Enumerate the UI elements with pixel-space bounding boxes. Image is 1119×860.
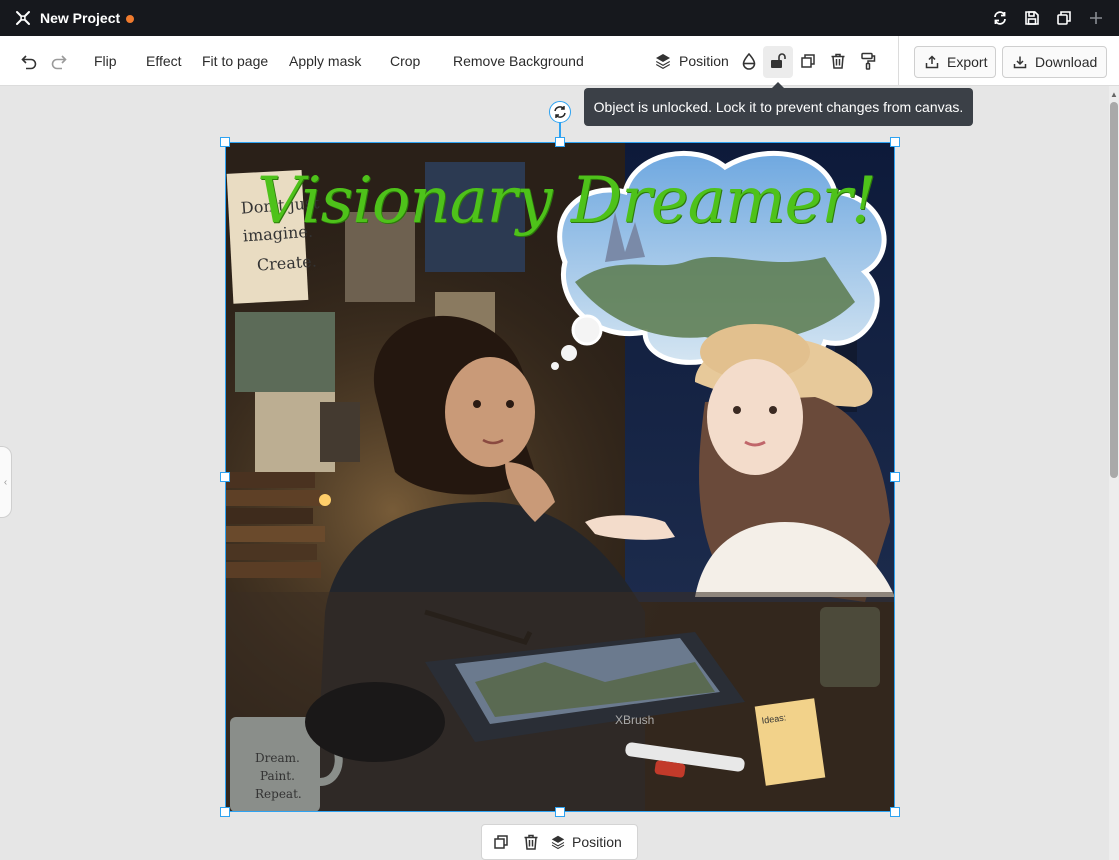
chevron-left-icon: ‹ [3,476,8,488]
flip-button[interactable]: Flip [94,36,117,86]
undo-icon[interactable] [18,50,40,72]
duplicate-icon[interactable] [1055,9,1073,27]
svg-text:Dream.: Dream. [255,751,300,765]
resize-handle-top-left[interactable] [220,137,230,147]
resize-handle-bottom[interactable] [555,807,565,817]
artwork-illustration: Don't just imagine. Create. XBrush Dream… [225,142,895,812]
svg-text:Paint.: Paint. [260,769,295,783]
opacity-icon[interactable] [738,50,760,72]
export-label: Export [947,54,988,70]
scroll-up-arrow-icon[interactable]: ▲ [1110,89,1118,99]
paint-roller-icon[interactable] [857,50,879,72]
resize-handle-top[interactable] [555,137,565,147]
svg-text:Repeat.: Repeat. [255,787,302,801]
duplicate-object-icon[interactable] [490,831,512,853]
floating-position-button[interactable]: Position [550,834,622,850]
floating-position-label: Position [572,834,622,850]
save-icon[interactable] [1023,9,1041,27]
resize-handle-top-right[interactable] [890,137,900,147]
layers-icon [550,834,566,850]
unlock-icon[interactable] [767,50,789,72]
crop-button[interactable]: Crop [390,36,420,86]
download-label: Download [1035,54,1098,70]
title-actions [991,0,1105,36]
svg-text:XBrush: XBrush [615,713,654,727]
resize-handle-bottom-left[interactable] [220,807,230,817]
project-title[interactable]: New Project [40,10,120,26]
refresh-icon[interactable] [991,9,1009,27]
fit-to-page-button[interactable]: Fit to page [202,36,268,86]
resize-handle-left[interactable] [220,472,230,482]
toolbar-divider [898,36,899,86]
editor-toolbar: Flip Effect Fit to page Apply mask Crop … [0,36,1119,86]
layers-icon[interactable] [652,50,674,72]
lock-tooltip: Object is unlocked. Lock it to prevent c… [584,82,973,126]
duplicate-object-icon[interactable] [797,50,819,72]
redo-icon[interactable] [48,50,70,72]
export-icon [925,55,939,69]
resize-handle-bottom-right[interactable] [890,807,900,817]
download-icon [1013,55,1027,69]
position-button[interactable]: Position [679,36,729,86]
unsaved-indicator [126,14,135,23]
download-button[interactable]: Download [1002,46,1107,78]
canvas-image-object[interactable]: Don't just imagine. Create. XBrush Dream… [225,142,895,812]
apply-mask-button[interactable]: Apply mask [289,36,361,86]
headline-text-overlay[interactable]: Visionary Dreamer! [257,164,897,238]
remove-background-button[interactable]: Remove Background [453,36,584,86]
title-bar: New Project [0,0,1119,36]
app-logo-icon [14,9,32,27]
expand-panel-tab[interactable]: ‹ [0,446,12,518]
resize-handle-right[interactable] [890,472,900,482]
scrollbar-thumb[interactable] [1110,102,1118,478]
plus-icon[interactable] [1087,9,1105,27]
rotate-handle-icon[interactable] [549,101,571,123]
export-button[interactable]: Export [914,46,996,78]
delete-icon[interactable] [520,831,542,853]
delete-icon[interactable] [827,50,849,72]
effect-button[interactable]: Effect [146,36,182,86]
object-floating-toolbar: Position [481,824,638,860]
